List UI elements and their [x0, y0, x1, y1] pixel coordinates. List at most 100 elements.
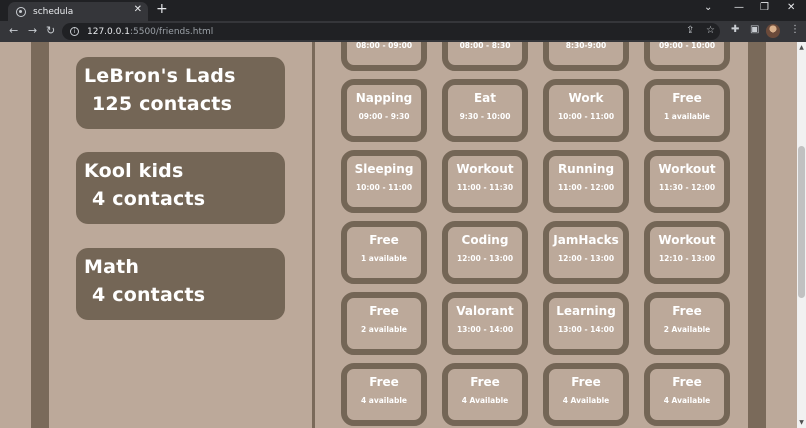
schedule-slot[interactable]: Running 11:00 - 12:00	[543, 150, 629, 213]
schedule-slot[interactable]: Coding 12:00 - 13:00	[442, 221, 528, 284]
slot-time: 2 available	[360, 325, 408, 334]
info-icon[interactable]: i	[70, 27, 79, 36]
schedule-slot[interactable]: Free 4 Available	[442, 363, 528, 426]
slot-title: Work	[568, 91, 604, 105]
slot-title: Eat	[473, 91, 497, 105]
minimize-button[interactable]: —	[734, 2, 744, 13]
page-scrollbar[interactable]: ▲ ▼	[797, 42, 806, 428]
schedule-slot[interactable]: Free 1 available	[644, 79, 730, 142]
group-name: LeBron's Lads	[84, 65, 236, 87]
slot-time: 11:00 - 12:00	[557, 183, 615, 192]
slot-title: Free	[672, 375, 702, 389]
slot-title: Coding	[461, 233, 509, 247]
schedule-slot[interactable]: 08:00 - 8:30	[442, 42, 528, 71]
slot-title: Learning	[556, 304, 616, 318]
schedule-slot[interactable]: Napping 09:00 - 9:30	[341, 79, 427, 142]
slot-title: Free	[369, 304, 399, 318]
slot-time: 13:00 - 14:00	[557, 325, 615, 334]
browser-toolbar: ← → ↻ i 127.0.0.1:5500/friends.html ⇪ ☆ …	[0, 21, 806, 42]
browser-tab-strip: schedula ✕ + ⌄ — ❐ ✕	[0, 0, 806, 21]
schedule-slot[interactable]: Workout 11:00 - 11:30	[442, 150, 528, 213]
schedule-slot[interactable]: Free 4 Available	[644, 363, 730, 426]
slot-title: Sleeping	[354, 162, 414, 176]
slot-time: 10:00 - 11:00	[557, 112, 615, 121]
reload-icon[interactable]: ↻	[46, 24, 55, 37]
schedule-slot[interactable]: Free 4 Available	[543, 363, 629, 426]
slot-time: 4 Available	[663, 396, 711, 405]
group-name: Math	[84, 256, 140, 278]
tab-search-button[interactable]: ⌄	[704, 2, 712, 13]
slot-time: 13:00 - 14:00	[456, 325, 514, 334]
slot-time: 12:00 - 13:00	[557, 254, 615, 263]
slot-time: 11:30 - 12:00	[658, 183, 716, 192]
share-icon[interactable]: ⇪	[686, 25, 694, 36]
schedule-slot[interactable]: Sleeping 10:00 - 11:00	[341, 150, 427, 213]
new-tab-button[interactable]: +	[156, 1, 168, 17]
schedule-slot[interactable]: Free 1 available	[341, 221, 427, 284]
slot-title: Running	[557, 162, 615, 176]
address-bar[interactable]: i 127.0.0.1:5500/friends.html ⇪ ☆	[62, 23, 720, 40]
close-window-button[interactable]: ✕	[787, 2, 795, 13]
slot-time: 10:00 - 11:00	[355, 183, 413, 192]
slot-time: 09:00 - 9:30	[358, 112, 410, 121]
slot-title: Valorant	[456, 304, 514, 318]
slot-time: 12:00 - 13:00	[456, 254, 514, 263]
group-card[interactable]: Math 4 contacts	[76, 248, 285, 320]
group-card[interactable]: Kool kids 4 contacts	[76, 152, 285, 224]
slot-title: Workout	[658, 162, 716, 176]
slot-time: 9:30 - 10:00	[459, 112, 511, 121]
schedule-slot[interactable]: Valorant 13:00 - 14:00	[442, 292, 528, 355]
slot-title: Workout	[658, 233, 716, 247]
bookmark-star-icon[interactable]: ☆	[706, 25, 715, 36]
schedule-slot[interactable]: Learning 13:00 - 14:00	[543, 292, 629, 355]
slot-time: 09:00 - 10:00	[658, 42, 716, 50]
slot-title: Free	[470, 375, 500, 389]
profile-avatar[interactable]	[766, 24, 780, 38]
left-band	[31, 42, 49, 428]
forward-icon[interactable]: →	[28, 24, 37, 37]
slot-title: Free	[369, 233, 399, 247]
schedule-slot[interactable]: Workout 12:10 - 13:00	[644, 221, 730, 284]
schedule-slot[interactable]: 09:00 - 10:00	[644, 42, 730, 71]
slot-time: 12:10 - 13:00	[658, 254, 716, 263]
schedule-slot[interactable]: Free 4 available	[341, 363, 427, 426]
slot-title: JamHacks	[553, 233, 619, 247]
scroll-thumb[interactable]	[798, 146, 805, 298]
schedule-slot[interactable]: Eat 9:30 - 10:00	[442, 79, 528, 142]
group-card[interactable]: LeBron's Lads 125 contacts	[76, 57, 285, 129]
schedule-slot[interactable]: 08:00 - 09:00	[341, 42, 427, 71]
extensions-icon[interactable]: ✚	[731, 24, 739, 35]
schedule-slot[interactable]: Work 10:00 - 11:00	[543, 79, 629, 142]
friends-page: LeBron's Lads 125 contacts Kool kids 4 cont…	[0, 42, 797, 428]
slot-time: 08:00 - 09:00	[355, 42, 413, 50]
group-name: Kool kids	[84, 160, 184, 182]
slot-title: Napping	[355, 91, 413, 105]
slot-title: Free	[571, 375, 601, 389]
scroll-up-arrow-icon[interactable]: ▲	[798, 44, 805, 51]
schedule-slot[interactable]: Workout 11:30 - 12:00	[644, 150, 730, 213]
slot-time: 11:00 - 11:30	[456, 183, 514, 192]
menu-icon[interactable]: ⋮	[790, 24, 800, 35]
restore-button[interactable]: ❐	[760, 2, 769, 13]
slot-time: 4 available	[360, 396, 408, 405]
side-panel-icon[interactable]: ▣	[750, 24, 759, 35]
slot-title: Free	[369, 375, 399, 389]
schedule-slot[interactable]: Free 2 available	[341, 292, 427, 355]
schedule-slot[interactable]: JamHacks 12:00 - 13:00	[543, 221, 629, 284]
slot-title: Workout	[456, 162, 514, 176]
scroll-down-arrow-icon[interactable]: ▼	[798, 419, 805, 426]
schedule-slot[interactable]: 8:30-9:00	[543, 42, 629, 71]
slot-time: 2 Available	[663, 325, 711, 334]
back-icon[interactable]: ←	[9, 24, 18, 37]
slot-time: 1 available	[360, 254, 408, 263]
right-band	[748, 42, 766, 428]
slot-time: 8:30-9:00	[565, 42, 607, 50]
tab-title: schedula	[33, 6, 74, 17]
close-tab-icon[interactable]: ✕	[134, 4, 142, 15]
schedule-slot[interactable]: Free 2 Available	[644, 292, 730, 355]
url-host: 127.0.0.1	[87, 26, 130, 37]
group-contact-count: 4 contacts	[92, 188, 206, 210]
slot-time: 1 available	[663, 112, 711, 121]
browser-tab[interactable]: schedula ✕	[8, 2, 148, 21]
slot-time: 08:00 - 8:30	[459, 42, 511, 50]
